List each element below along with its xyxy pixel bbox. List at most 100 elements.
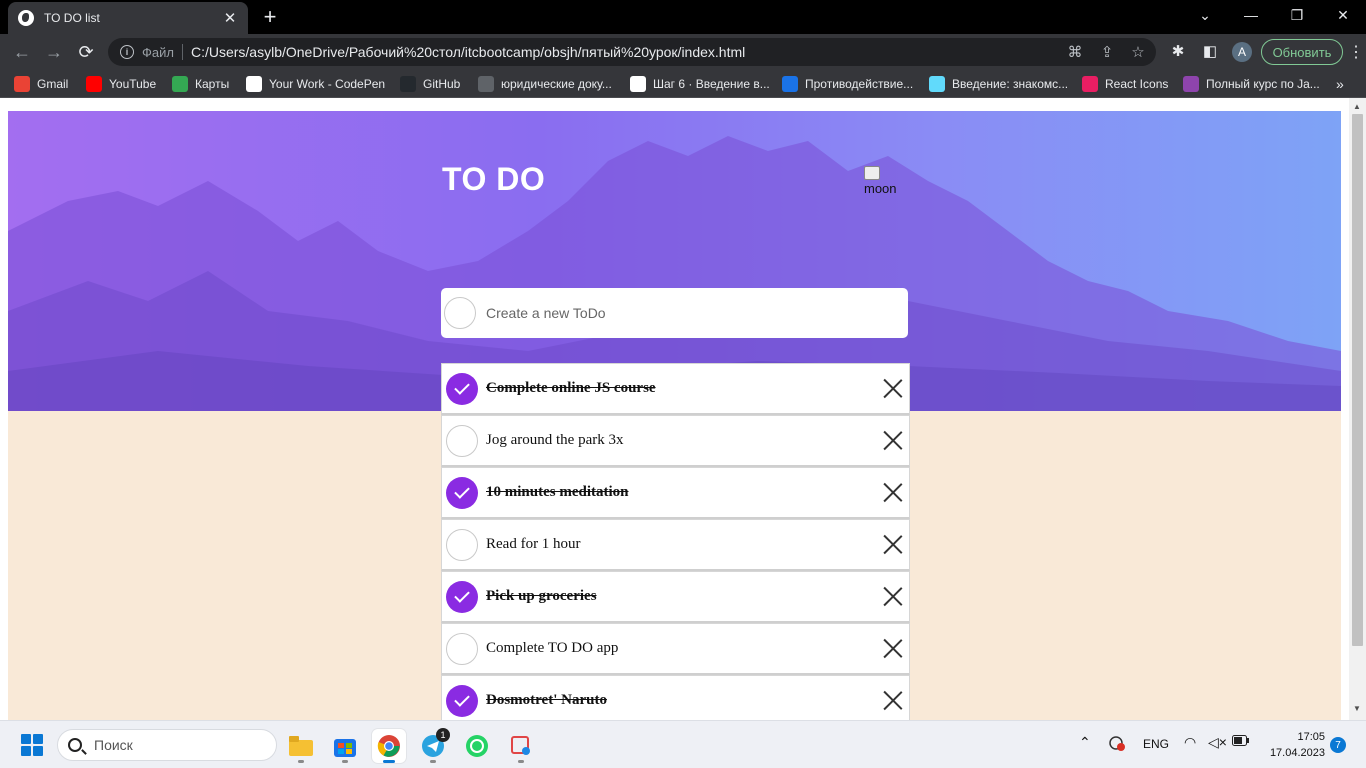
store-icon[interactable] [328, 729, 362, 763]
browser-toolbar: ← → ⟳ i Файл C:/Users/asylb/OneDrive/Раб… [0, 34, 1366, 70]
browser-tab[interactable]: TO DO list ✕ [8, 2, 248, 34]
snipping-tool-icon[interactable] [504, 729, 538, 763]
delete-todo-icon[interactable] [883, 482, 903, 502]
todo-item: Complete TO DO app [441, 623, 910, 675]
stepik-icon [630, 76, 646, 92]
bookmarks-more-icon[interactable]: » [1336, 76, 1344, 92]
scroll-up-icon[interactable]: ▲ [1353, 102, 1361, 111]
maps-icon [172, 76, 188, 92]
profile-avatar[interactable]: A [1232, 42, 1252, 62]
c-icon [782, 76, 798, 92]
reload-icon[interactable]: ⟳ [74, 40, 98, 64]
translate-icon[interactable]: ⌘ [1066, 43, 1084, 61]
divider [181, 44, 183, 60]
system-clock[interactable]: 17:05 17.04.2023 [1265, 729, 1325, 761]
bookmark-item[interactable]: Введение: знакомс... [929, 75, 1068, 93]
unchecked-circle-icon[interactable] [446, 424, 478, 457]
tab-strip: TO DO list ✕ + ⌄ — ❐ ✕ [0, 0, 1366, 34]
update-button[interactable]: Обновить [1261, 39, 1343, 65]
close-tab-icon[interactable]: ✕ [222, 9, 238, 27]
taskbar-search[interactable]: Поиск [57, 729, 277, 761]
theme-toggle[interactable]: moon [864, 166, 904, 198]
tab-search-icon[interactable]: ⌄ [1182, 0, 1228, 30]
todo-page: TO DO moon Complete online JS course Jog … [8, 111, 1341, 720]
clock-date: 17.04.2023 [1269, 747, 1325, 759]
share-icon[interactable]: ⇪ [1098, 43, 1116, 61]
wifi-icon[interactable]: ◠ [1184, 734, 1196, 751]
bookmark-star-icon[interactable]: ☆ [1129, 43, 1147, 61]
checkmark-icon [454, 691, 470, 707]
checkmark-icon [454, 587, 470, 603]
extensions-icon[interactable]: ✱ [1168, 42, 1188, 62]
notification-badge[interactable]: 7 [1330, 737, 1346, 753]
delete-todo-icon[interactable] [883, 378, 903, 398]
back-icon[interactable]: ← [10, 40, 34, 64]
bookmark-item[interactable]: Противодействие... [782, 75, 913, 93]
scroll-down-icon[interactable]: ▼ [1353, 704, 1361, 713]
checked-circle-icon[interactable] [446, 684, 478, 717]
moon-alt-text: moon [864, 181, 897, 196]
maximize-button[interactable]: ❐ [1274, 0, 1320, 30]
react-icon [929, 76, 945, 92]
bookmark-item[interactable]: React Icons [1082, 75, 1168, 93]
address-bar[interactable]: i Файл C:/Users/asylb/OneDrive/Рабочий%2… [108, 38, 1156, 66]
chevron-up-icon[interactable]: ⌃ [1079, 734, 1091, 751]
unchecked-circle-icon[interactable] [446, 528, 478, 561]
youtube-icon [86, 76, 102, 92]
checked-circle-icon[interactable] [446, 476, 478, 509]
delete-todo-icon[interactable] [883, 638, 903, 658]
new-todo-input[interactable] [486, 305, 886, 321]
bookmark-item[interactable]: Gmail [14, 75, 68, 93]
page-viewport: TO DO moon Complete online JS course Jog … [0, 98, 1366, 720]
volume-muted-icon[interactable]: ◁× [1208, 734, 1227, 751]
todo-item: Dosmotret' Naruto [441, 675, 910, 720]
telegram-icon[interactable]: 1 [416, 728, 450, 763]
delete-todo-icon[interactable] [883, 690, 903, 710]
new-tab-button[interactable]: + [258, 6, 282, 28]
bookmark-item[interactable]: YouTube [86, 75, 156, 93]
bookmark-item[interactable]: Полный курс по Ja... [1183, 75, 1320, 93]
course-icon [1183, 76, 1199, 92]
whatsapp-icon[interactable] [460, 729, 494, 763]
clock-time: 17:05 [1297, 731, 1325, 743]
todo-item: Pick up groceries [441, 571, 910, 623]
taskbar: Поиск 1 ⌃ ENG ◠ ◁× 17:05 17.04.2023 7 [0, 720, 1366, 768]
scrollbar-thumb[interactable] [1352, 114, 1363, 646]
menu-icon[interactable]: ⋮ [1348, 42, 1364, 62]
todo-text: Complete TO DO app [486, 640, 619, 656]
battery-icon[interactable] [1232, 735, 1250, 750]
delete-todo-icon[interactable] [883, 586, 903, 606]
unchecked-circle-icon[interactable] [446, 632, 478, 665]
info-icon[interactable]: i [120, 45, 134, 59]
chrome-icon[interactable] [372, 729, 406, 763]
bookmark-label: GitHub [423, 77, 461, 91]
minimize-button[interactable]: — [1228, 0, 1274, 30]
windows-start-icon[interactable] [21, 734, 43, 756]
delete-todo-icon[interactable] [883, 430, 903, 450]
file-explorer-icon[interactable] [284, 729, 318, 763]
language-indicator[interactable]: ENG [1143, 737, 1169, 751]
checkmark-icon [454, 483, 470, 499]
bookmark-label: Шаг 6 · Введение в... [653, 77, 770, 91]
delete-todo-icon[interactable] [883, 534, 903, 554]
todo-item: Jog around the park 3x [441, 415, 910, 467]
bookmark-item[interactable]: юридические доку... [478, 75, 612, 93]
scrollbar[interactable]: ▲ ▼ [1349, 98, 1366, 720]
new-todo-check-circle[interactable] [444, 297, 476, 329]
bookmark-item[interactable]: Your Work - CodePen [246, 75, 385, 93]
url-text[interactable]: C:/Users/asylb/OneDrive/Рабочий%20стол/i… [191, 44, 745, 60]
todo-text: Read for 1 hour [486, 536, 581, 552]
side-panel-icon[interactable]: ◧ [1200, 42, 1220, 62]
google-icon [14, 76, 30, 92]
bookmark-item[interactable]: Шаг 6 · Введение в... [630, 75, 770, 93]
close-window-button[interactable]: ✕ [1320, 0, 1366, 30]
forward-icon[interactable]: → [42, 40, 66, 64]
react-icons-icon [1082, 76, 1098, 92]
network-error-icon[interactable] [1108, 735, 1126, 754]
checked-circle-icon[interactable] [446, 580, 478, 613]
checked-circle-icon[interactable] [446, 372, 478, 405]
todo-list: Complete online JS course Jog around the … [441, 363, 910, 720]
bookmark-item[interactable]: GitHub [400, 75, 460, 93]
search-icon [68, 738, 82, 752]
bookmark-item[interactable]: Карты [172, 75, 229, 93]
